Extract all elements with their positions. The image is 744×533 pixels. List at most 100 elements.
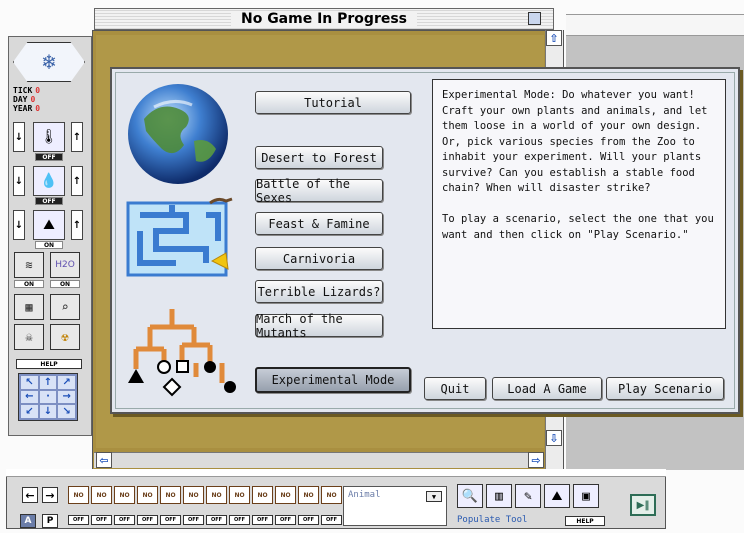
species-slot[interactable]: NO <box>160 486 181 504</box>
animal-mode-button[interactable]: A <box>20 514 36 528</box>
scenario-description: Experimental Mode: Do whatever you want!… <box>432 79 726 329</box>
species-slot[interactable]: NO <box>114 486 135 504</box>
bottom-bar-titlestrip <box>6 469 666 477</box>
scenario-carnivoria-button[interactable]: Carnivoria <box>255 247 383 270</box>
globe-icon <box>128 84 228 184</box>
species-slot-state[interactable]: OFF <box>321 515 342 525</box>
arrow-up-icon[interactable]: ↑ <box>39 376 57 389</box>
window-title: No Game In Progress <box>230 11 418 27</box>
species-slot-state[interactable]: OFF <box>91 515 112 525</box>
simearth-style-app: No Game In Progress ⇧ ⇩ ⇦ ⇨ ❄ TICK 0 DAY 0… <box>0 0 744 533</box>
arrow-down-right-icon[interactable]: ↘ <box>58 405 75 418</box>
current-tool-name: Populate Tool <box>457 515 528 525</box>
scroll-right-arrow-icon[interactable]: ⇨ <box>528 452 544 468</box>
plant-mode-button[interactable]: P <box>42 514 58 528</box>
horizontal-scrollbar[interactable] <box>94 452 544 468</box>
scenario-battle-of-the-sexes-button[interactable]: Battle of the Sexes <box>255 177 383 205</box>
species-slot-state[interactable]: OFF <box>114 515 135 525</box>
quit-button[interactable]: Quit <box>424 377 486 400</box>
zoom-box-icon[interactable] <box>528 12 541 25</box>
species-slot-state[interactable]: OFF <box>137 515 158 525</box>
window-titlebar[interactable]: No Game In Progress <box>94 8 554 30</box>
bottom-help-button[interactable]: HELP <box>565 516 605 526</box>
species-slot-state[interactable]: OFF <box>206 515 227 525</box>
map-tool-icon[interactable]: ▥ <box>486 484 512 508</box>
species-slot[interactable]: NO <box>137 486 158 504</box>
species-slot[interactable]: NO <box>91 486 112 504</box>
increase-arrow-icon[interactable]: ↑ <box>71 166 83 196</box>
snowflake-icon[interactable]: ❄ <box>13 42 85 82</box>
category-selector[interactable]: Animal ▼ <box>343 486 447 526</box>
creature-tool-icon[interactable]: ✎ <box>515 484 541 508</box>
radiation-tool-icon[interactable]: ☢ <box>50 324 80 350</box>
scroll-down-arrow-icon[interactable]: ⇩ <box>546 430 562 446</box>
terraform-tool-icon[interactable]: ⛰ <box>544 484 570 508</box>
dropdown-arrow-icon[interactable]: ▼ <box>426 491 442 502</box>
species-slot-state[interactable]: OFF <box>229 515 250 525</box>
scroll-species-left-icon[interactable]: ← <box>22 487 38 503</box>
wind-state: ON <box>14 280 44 288</box>
species-slot[interactable]: NO <box>68 486 89 504</box>
direction-pad[interactable]: ↖ ↑ ↗ ← · → ↙ ↓ ↘ <box>18 373 78 421</box>
species-slot[interactable]: NO <box>252 486 273 504</box>
scenario-terrible-lizards-button[interactable]: Terrible Lizards? <box>255 280 383 303</box>
terrain-control: ↓ ⛰ ↑ ON <box>13 208 85 250</box>
stat-tick: TICK 0 <box>13 86 41 95</box>
temperature-control: ↓ 🌡 ↑ OFF <box>13 120 85 162</box>
arrow-up-left-icon[interactable]: ↖ <box>21 376 38 389</box>
load-game-button[interactable]: Load A Game <box>492 377 602 400</box>
wind-tool-icon[interactable]: ≋ <box>14 252 44 278</box>
examine-tool-icon[interactable]: 🔍 <box>457 484 483 508</box>
species-slot[interactable]: NO <box>298 486 319 504</box>
increase-arrow-icon[interactable]: ↑ <box>71 210 83 240</box>
scenario-march-of-the-mutants-button[interactable]: March of the Mutants <box>255 312 383 340</box>
species-slot-state[interactable]: OFF <box>252 515 273 525</box>
scenario-feast-and-famine-button[interactable]: Feast & Famine <box>255 212 383 235</box>
thermometer-icon[interactable]: 🌡 <box>33 122 65 152</box>
rainfall-state: OFF <box>35 197 63 205</box>
palette-help-button[interactable]: HELP <box>16 359 82 369</box>
arrow-down-left-icon[interactable]: ↙ <box>21 405 38 418</box>
family-tree-icon <box>128 309 236 397</box>
species-slot-state[interactable]: OFF <box>68 515 89 525</box>
increase-arrow-icon[interactable]: ↑ <box>71 122 83 152</box>
species-slot-state[interactable]: OFF <box>275 515 296 525</box>
scenario-experimental-mode-button[interactable]: Experimental Mode <box>255 367 411 393</box>
species-slot[interactable]: NO <box>275 486 296 504</box>
scroll-up-arrow-icon[interactable]: ⇧ <box>546 30 562 46</box>
landscape-icon[interactable]: ⛰ <box>33 210 65 240</box>
decrease-arrow-icon[interactable]: ↓ <box>13 210 25 240</box>
play-scenario-button[interactable]: Play Scenario <box>606 377 724 400</box>
scroll-left-arrow-icon[interactable]: ⇦ <box>96 452 112 468</box>
skull-tool-icon[interactable]: ☠ <box>14 324 44 350</box>
magnifier-tool-icon[interactable]: ⌕ <box>50 294 80 320</box>
arrow-center-icon[interactable]: · <box>39 390 57 404</box>
scenario-tutorial-button[interactable]: Tutorial <box>255 91 411 114</box>
h2o-tool-icon[interactable]: H2O <box>50 252 80 278</box>
species-slot-state[interactable]: OFF <box>298 515 319 525</box>
arrow-left-icon[interactable]: ← <box>21 390 38 404</box>
water-drop-icon[interactable]: 💧 <box>33 166 65 196</box>
temperature-state: OFF <box>35 153 63 161</box>
scenario-desert-to-forest-button[interactable]: Desert to Forest <box>255 146 383 169</box>
species-slot[interactable]: NO <box>321 486 342 504</box>
play-pause-icon[interactable]: ▶‖ <box>630 494 656 516</box>
background-window-titlebar <box>566 14 744 36</box>
scroll-species-right-icon[interactable]: → <box>42 487 58 503</box>
h2o-state: ON <box>50 280 80 288</box>
arrow-down-icon[interactable]: ↓ <box>39 405 57 418</box>
species-slot-state[interactable]: OFF <box>160 515 181 525</box>
decrease-arrow-icon[interactable]: ↓ <box>13 122 25 152</box>
species-slot[interactable]: NO <box>183 486 204 504</box>
species-slot-state[interactable]: OFF <box>183 515 204 525</box>
species-slot[interactable]: NO <box>229 486 250 504</box>
stat-year: YEAR 0 <box>13 104 41 113</box>
cage-tool-icon[interactable]: ▦ <box>14 294 44 320</box>
arrow-right-icon[interactable]: → <box>58 390 75 404</box>
stat-day: DAY 0 <box>13 95 36 104</box>
species-slot[interactable]: NO <box>206 486 227 504</box>
populate-tool-icon[interactable]: ▣ <box>573 484 599 508</box>
arrow-up-right-icon[interactable]: ↗ <box>58 376 75 389</box>
category-label: Animal <box>348 490 381 500</box>
decrease-arrow-icon[interactable]: ↓ <box>13 166 25 196</box>
